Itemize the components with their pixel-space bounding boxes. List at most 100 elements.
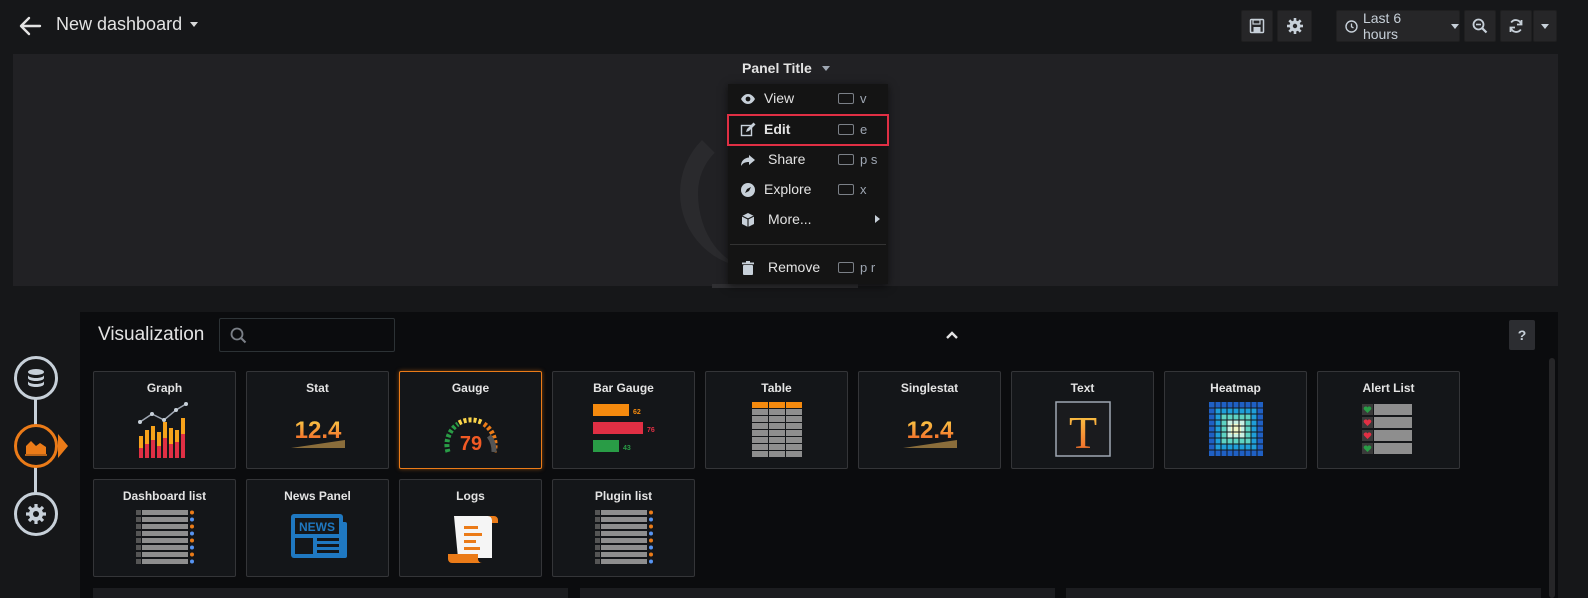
- viz-card-logs[interactable]: Logs: [399, 479, 542, 577]
- bar-gauge-value-2: 76: [647, 427, 655, 434]
- viz-card-name: Plugin list: [594, 489, 653, 503]
- viz-card-name: Dashboard list: [122, 489, 207, 503]
- bar-gauge-icon: 62 76 43: [593, 404, 655, 452]
- share-icon: [741, 155, 755, 166]
- chevron-down-icon: [190, 22, 199, 27]
- dashboard-title-text: New dashboard: [56, 14, 183, 34]
- news-badge: NEWS: [299, 520, 335, 534]
- menu-item-share[interactable]: Share p s: [728, 145, 888, 175]
- zoom-out-button[interactable]: [1464, 10, 1496, 42]
- eye-icon: [741, 94, 755, 104]
- panel-title-text: Panel Title: [742, 60, 812, 76]
- scrollbar[interactable]: [1549, 358, 1555, 598]
- viz-card-name: Alert List: [1362, 381, 1415, 395]
- table-icon: [752, 402, 802, 457]
- settings-icon: [26, 504, 46, 524]
- dashboard-settings-button[interactable]: [1277, 10, 1312, 42]
- alert-list-icon: [1362, 404, 1412, 454]
- viz-card-name: Heatmap: [1210, 381, 1261, 395]
- menu-item-edit[interactable]: Edit e: [727, 114, 889, 146]
- database-icon: [28, 369, 44, 387]
- viz-card-name: Text: [1070, 381, 1095, 395]
- viz-card-table[interactable]: Table: [705, 371, 848, 469]
- menu-item-remove[interactable]: Remove p r: [728, 253, 888, 283]
- keyboard-icon: [838, 124, 854, 135]
- clock-icon: [1345, 19, 1358, 33]
- menu-item-label: More...: [768, 211, 812, 227]
- help-button[interactable]: ?: [1509, 320, 1535, 350]
- menu-item-shortcut: p r: [860, 260, 876, 275]
- menu-item-view[interactable]: View v: [728, 84, 888, 114]
- general-settings-step-button[interactable]: [14, 492, 58, 536]
- viz-card-name: News Panel: [284, 489, 351, 503]
- save-dashboard-button[interactable]: [1241, 10, 1273, 42]
- refresh-icon: [1509, 19, 1523, 33]
- menu-item-shortcut: e: [860, 122, 868, 137]
- stat-icon: 12.4: [291, 417, 345, 448]
- area-chart-icon: [25, 441, 47, 456]
- stat-value: 12.4: [295, 417, 342, 444]
- chevron-down-icon: [821, 65, 830, 71]
- viz-card-name: Singlestat: [900, 381, 959, 395]
- save-icon: [1249, 18, 1265, 34]
- panel-resize-handle[interactable]: [712, 284, 858, 288]
- queries-step-button[interactable]: [14, 356, 58, 400]
- panel-context-menu: View v Edit e Share p s Explore x More..…: [727, 84, 889, 284]
- visualization-search-input[interactable]: [219, 318, 395, 352]
- viz-card-gauge[interactable]: Gauge 79: [399, 371, 542, 469]
- search-icon: [230, 327, 247, 344]
- menu-item-label: View: [764, 90, 795, 106]
- options-section-divider: [93, 588, 568, 598]
- viz-card-name: Logs: [456, 489, 485, 503]
- viz-card-stat[interactable]: Stat 12.4: [246, 371, 389, 469]
- viz-card-plugin-list[interactable]: Plugin list: [552, 479, 695, 577]
- menu-item-shortcut: x: [860, 182, 867, 197]
- heatmap-icon: [1209, 402, 1263, 456]
- text-panel-icon: T: [1055, 401, 1111, 458]
- gear-icon: [1286, 18, 1303, 34]
- viz-card-text[interactable]: Text T: [1011, 371, 1154, 469]
- dashboard-title[interactable]: New dashboard: [56, 14, 199, 35]
- dashboard-list-icon: [136, 510, 194, 564]
- visualization-step-button[interactable]: [14, 424, 58, 468]
- keyboard-icon: [838, 93, 854, 104]
- bar-gauge-value-1: 62: [633, 409, 641, 416]
- viz-card-name: Gauge: [451, 381, 490, 395]
- panel-title-button[interactable]: Panel Title: [742, 60, 830, 76]
- viz-card-heatmap[interactable]: Heatmap: [1164, 371, 1307, 469]
- refresh-interval-dropdown[interactable]: [1533, 10, 1557, 42]
- menu-item-explore[interactable]: Explore x: [728, 175, 888, 205]
- chevron-up-icon[interactable]: [944, 328, 960, 342]
- edit-icon: [740, 122, 756, 137]
- viz-card-bar-gauge[interactable]: Bar Gauge 62 76 43: [552, 371, 695, 469]
- menu-item-shortcut: p s: [860, 152, 878, 167]
- graph-icon: [138, 402, 188, 458]
- news-icon: NEWS: [291, 514, 347, 558]
- options-section-divider: [1066, 588, 1541, 598]
- plugin-list-icon: [595, 510, 653, 564]
- top-navbar: New dashboard Last 6 hours: [0, 0, 1588, 52]
- viz-card-graph[interactable]: Graph: [93, 371, 236, 469]
- viz-card-name: Stat: [306, 381, 329, 395]
- menu-item-more[interactable]: More...: [728, 205, 888, 235]
- singlestat-value: 12.4: [907, 417, 954, 444]
- keyboard-icon: [838, 184, 854, 195]
- menu-item-label: Explore: [764, 181, 812, 197]
- viz-card-name: Table: [761, 381, 792, 395]
- viz-card-alert-list[interactable]: Alert List: [1317, 371, 1460, 469]
- refresh-button[interactable]: [1500, 10, 1532, 42]
- menu-item-label: Share: [768, 151, 806, 167]
- viz-card-singlestat[interactable]: Singlestat 12.4: [858, 371, 1001, 469]
- menu-divider: [730, 244, 886, 245]
- time-picker-button[interactable]: Last 6 hours: [1336, 10, 1460, 42]
- chevron-right-icon: [875, 215, 880, 223]
- compass-icon: [741, 183, 755, 197]
- viz-card-dashboard-list[interactable]: Dashboard list: [93, 479, 236, 577]
- menu-item-shortcut: v: [860, 91, 867, 106]
- back-arrow-icon[interactable]: [16, 12, 44, 40]
- menu-item-label: Remove: [768, 259, 821, 275]
- text-glyph: T: [1069, 407, 1097, 458]
- viz-card-news-panel[interactable]: News Panel NEWS: [246, 479, 389, 577]
- viz-card-name: Graph: [146, 381, 183, 395]
- visualization-heading: Visualization: [98, 324, 205, 345]
